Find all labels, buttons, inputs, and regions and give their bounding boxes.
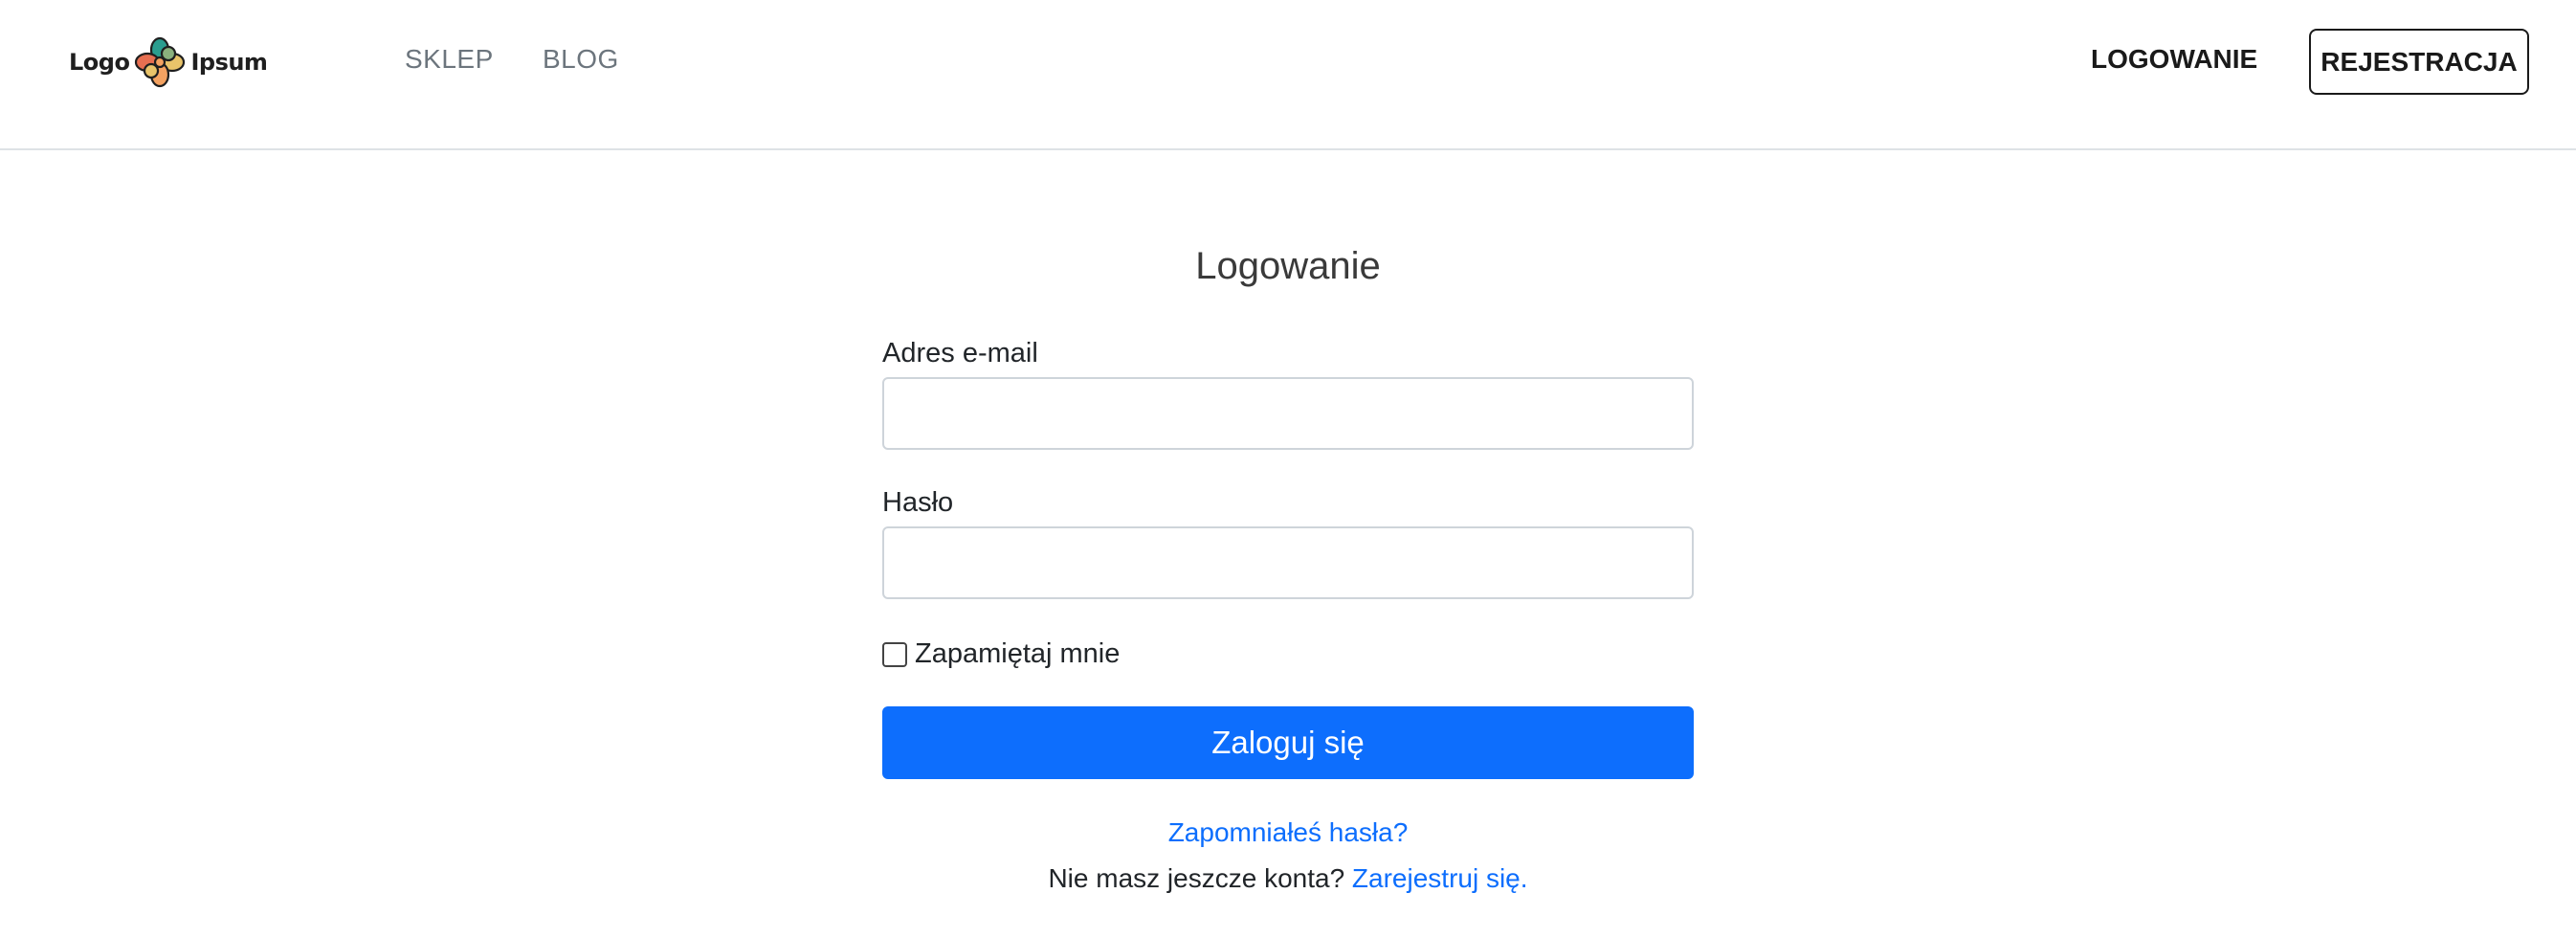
email-label: Adres e-mail bbox=[882, 338, 1038, 368]
login-submit-button[interactable]: Zaloguj się bbox=[882, 706, 1694, 779]
nav-link-shop[interactable]: SKLEP bbox=[405, 44, 494, 75]
header-register-button[interactable]: REJESTRACJA bbox=[2309, 29, 2529, 95]
remember-me-row: Zapamiętaj mnie bbox=[882, 638, 1120, 670]
logo-word-left: Logo bbox=[69, 49, 130, 76]
remember-me-label[interactable]: Zapamiętaj mnie bbox=[915, 638, 1120, 670]
logo-word-right: Ipsum bbox=[190, 49, 268, 76]
no-account-text: Nie masz jeszcze konta? bbox=[1048, 863, 1345, 893]
nav-link-blog[interactable]: BLOG bbox=[543, 44, 619, 75]
email-field[interactable] bbox=[882, 377, 1694, 450]
remember-me-checkbox[interactable] bbox=[882, 641, 907, 667]
password-field[interactable] bbox=[882, 526, 1694, 599]
flower-logo-icon bbox=[135, 36, 186, 88]
header-login-link[interactable]: LOGOWANIE bbox=[2091, 44, 2257, 75]
page-title: Logowanie bbox=[1195, 245, 1381, 287]
forgot-password-link[interactable]: Zapomniałeś hasła? bbox=[1168, 817, 1409, 847]
top-navbar: Logo Ipsum SKLEP BLOG LOGOWANIE REJESTRA… bbox=[0, 0, 2576, 150]
logo[interactable]: Logo Ipsum bbox=[69, 35, 268, 89]
forgot-password-row: Zapomniałeś hasła? bbox=[882, 817, 1694, 848]
password-label: Hasło bbox=[882, 487, 954, 518]
signup-row: Nie masz jeszcze konta? Zarejestruj się. bbox=[882, 863, 1694, 894]
signup-link[interactable]: Zarejestruj się. bbox=[1352, 863, 1528, 893]
